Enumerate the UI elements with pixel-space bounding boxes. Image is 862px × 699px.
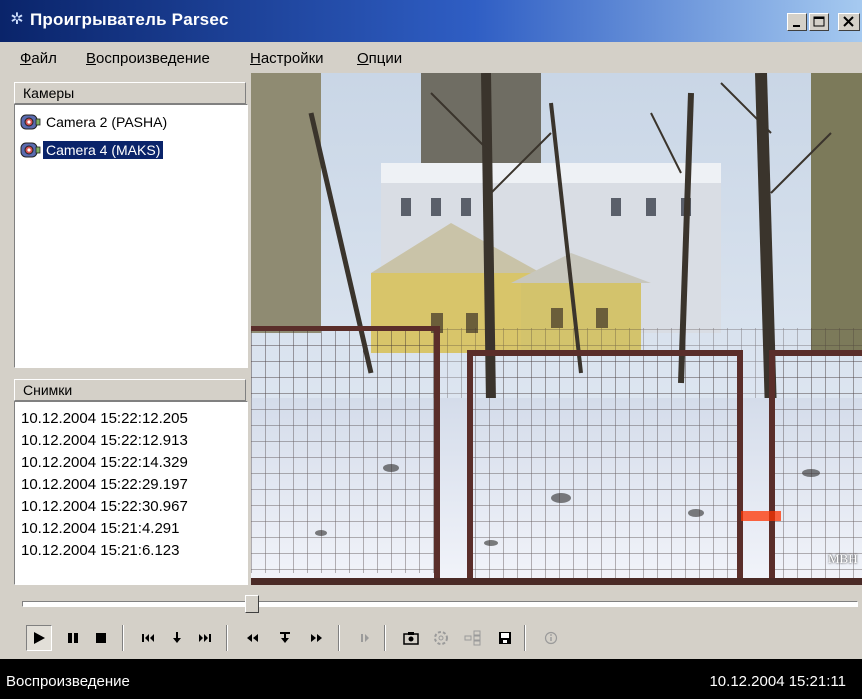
toolbar-separator [338,625,340,651]
layout-button[interactable] [460,625,486,651]
pause-button[interactable] [60,625,86,651]
camera-label: Camera 4 (MAKS) [41,140,165,160]
close-icon [843,16,854,27]
camera-icon [20,114,41,130]
status-datetime: 10.12.2004 15:21:11 [709,673,846,690]
play-icon [34,632,45,644]
settings-button[interactable] [428,625,454,651]
cameras-header[interactable]: Камеры [14,82,246,104]
playback-toolbar [18,621,862,655]
camera-item-pasha[interactable]: Camera 2 (PASHA) [19,111,170,133]
pause-icon [68,633,78,643]
skip-to-start-button[interactable] [136,625,162,651]
step-down-button[interactable] [164,625,190,651]
menu-bar: Файл Воспроизведение Настройки Опции [0,46,862,72]
slider-thumb[interactable] [245,595,259,613]
snapshot-item[interactable]: 10.12.2004 15:22:12.913 [21,432,188,452]
play-button[interactable] [26,625,52,651]
skip-to-end-button[interactable] [192,625,218,651]
skip-to-start-icon [142,634,154,642]
maximize-icon [813,16,825,27]
stop-icon [96,633,106,643]
menu-settings[interactable]: Настройки [250,50,324,67]
save-icon [499,632,511,644]
snapshot-item[interactable]: 10.12.2004 15:22:29.197 [21,476,188,496]
menu-playback[interactable]: Воспроизведение [86,50,210,67]
status-mode: Воспроизведение [6,673,130,690]
maximize-button[interactable] [809,13,829,31]
minimize-button[interactable] [787,13,807,31]
step-forward-button[interactable] [352,625,378,651]
snapshots-list[interactable]: 10.12.2004 15:22:12.205 10.12.2004 15:22… [14,401,248,585]
toolbar-separator [384,625,386,651]
toolbar-separator [524,625,526,651]
close-button[interactable] [838,13,860,31]
status-bar: Воспроизведение 10.12.2004 15:21:11 [0,659,862,699]
video-view[interactable]: МВН [251,73,862,585]
stop-button[interactable] [88,625,114,651]
parsec-icon: ✲ [10,11,24,28]
frame-step-button[interactable] [272,625,298,651]
snapshot-item[interactable]: 10.12.2004 15:21:6.123 [21,542,179,562]
snapshot-button[interactable] [398,625,424,651]
video-frame-image [251,73,862,585]
info-button[interactable] [538,625,564,651]
snapshot-item[interactable]: 10.12.2004 15:22:14.329 [21,454,188,474]
toolbar-separator [226,625,228,651]
rewind-button[interactable] [240,625,266,651]
save-button[interactable] [492,625,518,651]
playback-position-slider[interactable] [22,601,858,607]
snapshot-item[interactable]: 10.12.2004 15:22:12.205 [21,410,188,430]
fast-forward-button[interactable] [304,625,330,651]
rewind-icon [247,634,258,642]
step-down-icon [173,632,181,643]
menu-options[interactable]: Опции [357,50,402,67]
snapshot-item[interactable]: 10.12.2004 15:21:4.291 [21,520,179,540]
toolbar-separator [122,625,124,651]
step-forward-icon [361,634,369,642]
video-timestamp-overlay [741,511,781,521]
skip-to-end-icon [199,634,211,642]
fast-forward-icon [311,634,322,642]
snapshot-item[interactable]: 10.12.2004 15:22:30.967 [21,498,188,518]
cameras-list[interactable]: Camera 2 (PASHA) Camera 4 (MAKS) [14,104,248,368]
camera-label: Camera 2 (PASHA) [46,114,168,130]
video-overlay-label: МВН [828,551,858,566]
settings-gear-icon [434,631,448,645]
frame-step-icon [280,632,290,643]
layout-icon [464,630,481,646]
menu-file[interactable]: Файл [20,50,57,67]
info-icon [544,631,558,645]
camera-icon [20,142,41,158]
window-title: Проигрыватель Parsec [30,10,229,29]
snapshots-header[interactable]: Снимки [14,379,246,401]
snapshot-icon [403,632,419,645]
minimize-icon [793,25,800,27]
title-bar[interactable]: ✲ Проигрыватель Parsec [0,0,862,42]
camera-item-maks[interactable]: Camera 4 (MAKS) [19,139,165,161]
